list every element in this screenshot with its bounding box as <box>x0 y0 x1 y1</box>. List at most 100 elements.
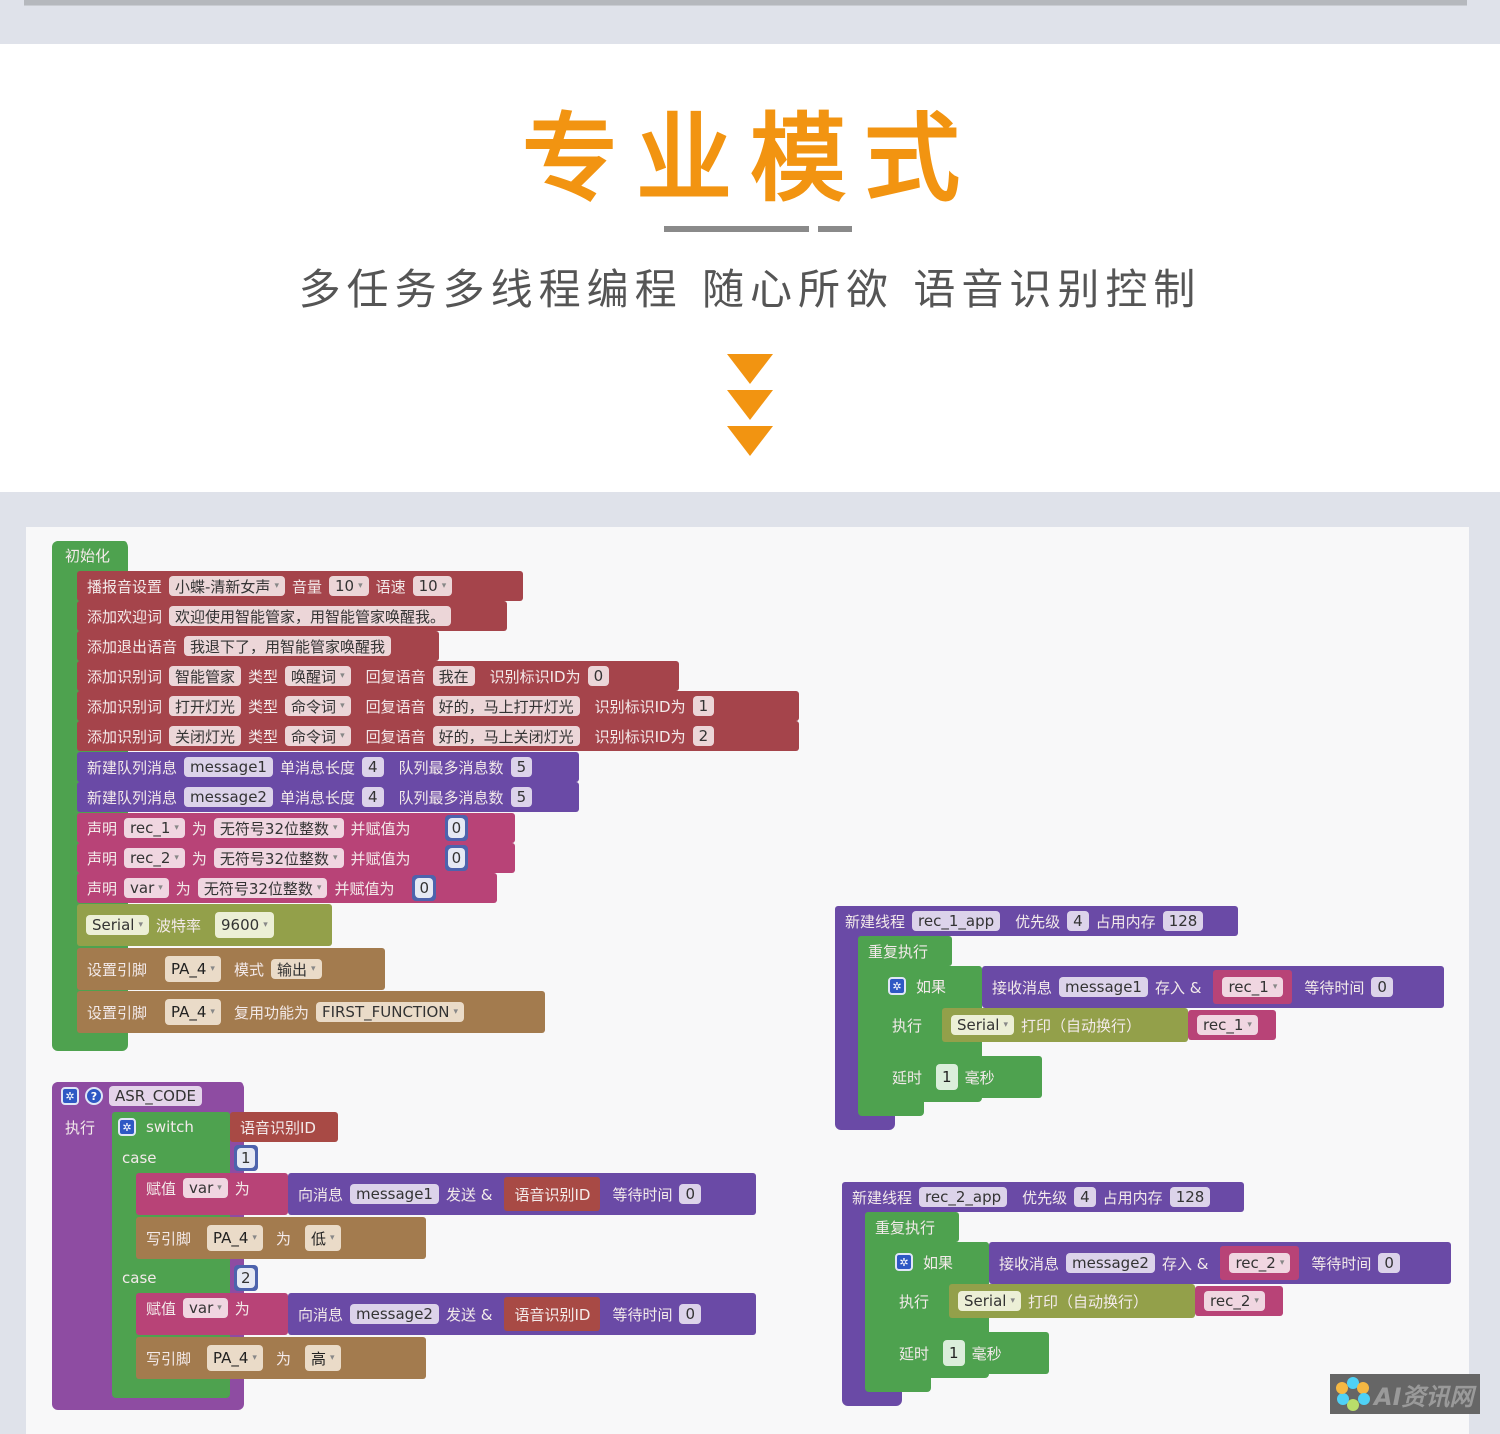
wait-field[interactable]: 0 <box>679 1184 701 1204</box>
loop-header[interactable]: 重复执行 <box>858 936 952 966</box>
word-field[interactable]: 智能管家 <box>169 666 242 686</box>
gear-icon[interactable]: ✲ <box>118 1118 136 1136</box>
welcome-text-field[interactable]: 欢迎使用智能管家，用智能管家唤醒我。 <box>169 606 452 626</box>
serial-baud-block[interactable]: Serial 波特率 9600 <box>77 904 332 946</box>
variable-dropdown[interactable]: rec_1 <box>124 818 185 838</box>
reply-field[interactable]: 我在 <box>432 666 475 686</box>
word-field[interactable]: 打开灯光 <box>169 696 242 716</box>
queue-name-field[interactable]: message1 <box>184 757 273 777</box>
type-dropdown[interactable]: 唤醒词 <box>285 666 351 686</box>
value-field[interactable]: 0 <box>447 848 466 868</box>
receive-message-block[interactable]: 接收消息 message1 存入 & rec_1 等待时间 0 <box>982 966 1444 1008</box>
value-field[interactable]: 0 <box>447 818 466 838</box>
type-dropdown[interactable]: 命令词 <box>285 726 351 746</box>
exit-voice-block[interactable]: 添加退出语音 我退下了，用智能管家唤醒我 <box>77 631 439 661</box>
serial-port-dropdown[interactable]: Serial <box>958 1291 1021 1311</box>
type-dropdown[interactable]: 命令词 <box>285 696 351 716</box>
gear-icon[interactable]: ✲ <box>888 977 906 995</box>
delay-block[interactable]: 延时 1 毫秒 <box>889 1332 1049 1374</box>
message-field[interactable]: message2 <box>1066 1253 1155 1273</box>
variable-dropdown[interactable]: var <box>183 1298 228 1318</box>
set-pin-function-block[interactable]: 设置引脚 PA_4 复用功能为 FIRST_FUNCTION <box>77 991 545 1033</box>
number-block[interactable]: 0 <box>412 875 436 901</box>
volume-dropdown[interactable]: 10 <box>328 576 369 596</box>
priority-field[interactable]: 4 <box>1074 1187 1096 1207</box>
voice-dropdown[interactable]: 小蝶-清新女声 <box>169 576 285 596</box>
word-field[interactable]: 关闭灯光 <box>169 726 242 746</box>
reply-field[interactable]: 好的，马上打开灯光 <box>432 696 580 716</box>
assign-block[interactable]: 赋值 var 为 <box>136 1293 288 1335</box>
queue-message-block[interactable]: 新建队列消息 message1 单消息长度 4 队列最多消息数 5 <box>77 752 579 782</box>
declare-variable-block[interactable]: 声明 rec_1 为 无符号32位整数 并赋值为 0 <box>77 813 515 843</box>
message-field[interactable]: message1 <box>1059 977 1148 997</box>
type-dropdown[interactable]: 无符号32位整数 <box>213 818 344 838</box>
message-field[interactable]: message2 <box>350 1304 439 1324</box>
if-header[interactable]: ✲ 如果 <box>882 966 982 1006</box>
declare-variable-block[interactable]: 声明 var 为 无符号32位整数 并赋值为 0 <box>77 873 497 903</box>
case-value-block[interactable]: 2 <box>234 1265 258 1291</box>
pin-dropdown[interactable]: PA_4 <box>165 999 221 1025</box>
asr-id-value-block[interactable]: 语音识别ID <box>230 1112 338 1142</box>
memory-field[interactable]: 128 <box>1169 1187 1211 1207</box>
gear-icon[interactable]: ✲ <box>895 1253 913 1271</box>
asr-id-value-block[interactable]: 语音识别ID <box>504 1177 601 1211</box>
variable-block[interactable]: rec_2 <box>1220 1246 1300 1280</box>
id-field[interactable]: 0 <box>587 666 610 686</box>
thread-header[interactable]: 新建线程 rec_1_app 优先级 4 占用内存 128 <box>835 906 1238 936</box>
type-dropdown[interactable]: 无符号32位整数 <box>197 878 328 898</box>
value-field[interactable]: 0 <box>415 878 433 898</box>
serial-port-dropdown[interactable]: Serial <box>86 915 149 935</box>
variable-dropdown[interactable]: var <box>183 1178 228 1198</box>
number-block[interactable]: 0 <box>444 815 469 841</box>
serial-print-block[interactable]: Serial 打印（自动换行） <box>949 1284 1195 1318</box>
memory-field[interactable]: 128 <box>1162 911 1204 931</box>
variable-dropdown[interactable]: rec_1 <box>1197 1015 1258 1035</box>
case-value-field[interactable]: 2 <box>237 1268 255 1288</box>
max-field[interactable]: 5 <box>510 757 533 777</box>
delay-field[interactable]: 1 <box>943 1340 965 1366</box>
level-dropdown[interactable]: 高 <box>304 1345 341 1371</box>
loop-header[interactable]: 重复执行 <box>865 1212 959 1242</box>
write-pin-block[interactable]: 写引脚 PA_4 为 低 <box>136 1217 426 1259</box>
delay-field[interactable]: 1 <box>936 1064 958 1090</box>
send-message-block[interactable]: 向消息 message1 发送 & 语音识别ID 等待时间 0 <box>288 1173 756 1215</box>
gear-icon[interactable]: ✲ <box>61 1087 79 1105</box>
wait-field[interactable]: 0 <box>1371 977 1393 997</box>
variable-block[interactable]: rec_1 <box>1188 1010 1276 1040</box>
thread-header[interactable]: 新建线程 rec_2_app 优先级 4 占用内存 128 <box>842 1182 1244 1212</box>
function-name-field[interactable]: ASR_CODE <box>109 1086 203 1106</box>
pin-dropdown[interactable]: PA_4 <box>207 1225 263 1251</box>
variable-dropdown[interactable]: var <box>124 878 169 898</box>
wait-field[interactable]: 0 <box>1378 1253 1400 1273</box>
thread-name-field[interactable]: rec_1_app <box>912 911 1001 931</box>
recognition-word-block[interactable]: 添加识别词 智能管家 类型 唤醒词 回复语音 我在 识别标识ID为 0 <box>77 661 679 691</box>
case-value-field[interactable]: 1 <box>237 1148 255 1168</box>
number-block[interactable]: 0 <box>444 845 469 871</box>
case-value-block[interactable]: 1 <box>234 1145 258 1171</box>
baud-dropdown[interactable]: 9600 <box>215 912 274 938</box>
function-dropdown[interactable]: FIRST_FUNCTION <box>315 1002 465 1022</box>
send-message-block[interactable]: 向消息 message2 发送 & 语音识别ID 等待时间 0 <box>288 1293 756 1335</box>
variable-dropdown[interactable]: rec_1 <box>1222 977 1284 997</box>
variable-dropdown[interactable]: rec_2 <box>1204 1291 1265 1311</box>
max-field[interactable]: 5 <box>510 787 533 807</box>
variable-dropdown[interactable]: rec_2 <box>1229 1253 1291 1273</box>
if-header[interactable]: ✲ 如果 <box>889 1242 989 1282</box>
pin-dropdown[interactable]: PA_4 <box>207 1345 263 1371</box>
type-dropdown[interactable]: 无符号32位整数 <box>213 848 344 868</box>
wait-field[interactable]: 0 <box>679 1304 701 1324</box>
variable-dropdown[interactable]: rec_2 <box>124 848 185 868</box>
speed-dropdown[interactable]: 10 <box>412 576 453 596</box>
welcome-block[interactable]: 添加欢迎词 欢迎使用智能管家，用智能管家唤醒我。 <box>77 601 507 631</box>
delay-block[interactable]: 延时 1 毫秒 <box>882 1056 1042 1098</box>
mode-dropdown[interactable]: 输出 <box>270 959 322 979</box>
help-icon[interactable]: ? <box>85 1087 103 1105</box>
exit-text-field[interactable]: 我退下了，用智能管家唤醒我 <box>184 636 392 656</box>
serial-port-dropdown[interactable]: Serial <box>951 1015 1014 1035</box>
switch-header[interactable]: ✲ switch <box>112 1112 230 1142</box>
asr-id-value-block[interactable]: 语音识别ID <box>504 1297 601 1331</box>
write-pin-block[interactable]: 写引脚 PA_4 为 高 <box>136 1337 426 1379</box>
receive-message-block[interactable]: 接收消息 message2 存入 & rec_2 等待时间 0 <box>989 1242 1451 1284</box>
asr-function-header[interactable]: ✲ ? ASR_CODE <box>55 1082 243 1110</box>
tts-settings-block[interactable]: 播报音设置 小蝶-清新女声 音量 10 语速 10 <box>77 571 523 601</box>
